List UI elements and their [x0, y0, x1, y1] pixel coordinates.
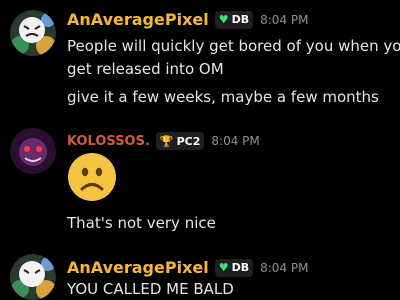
message-text: get released into OM	[67, 60, 224, 78]
message-text: give it a few weeks, maybe a few months	[67, 88, 379, 106]
user-avatar[interactable]	[10, 10, 56, 56]
message-text: People will quickly get bored of you whe…	[67, 37, 400, 55]
message-text: YOU CALLED ME BALD	[67, 280, 234, 298]
author-name[interactable]: KOLOSSOS.	[67, 134, 150, 149]
timestamp: 8:04 PM	[211, 134, 260, 148]
trophy-icon: 🏆	[159, 134, 174, 148]
timestamp: 8:04 PM	[260, 260, 309, 275]
heart-icon: ♥	[218, 261, 229, 274]
heart-icon: ♥	[218, 13, 229, 26]
role-badge[interactable]: ♥ DB	[214, 10, 254, 29]
role-badge[interactable]: ♥ DB	[214, 258, 254, 277]
message-text: That's not very nice	[67, 214, 216, 232]
user-avatar[interactable]	[10, 128, 56, 174]
timestamp: 8:04 PM	[260, 12, 309, 27]
author-name[interactable]: AnAveragePixel	[67, 258, 209, 277]
user-avatar[interactable]	[10, 254, 56, 300]
message: AnAveragePixel ♥ DB 8:04 PM People will …	[0, 0, 400, 112]
author-name[interactable]: AnAveragePixel	[67, 10, 209, 29]
frowning-face-emoji	[67, 152, 117, 202]
message: AnAveragePixel ♥ DB 8:04 PM YOU CALLED M…	[0, 250, 400, 300]
message: KOLOSSOS. 🏆 PC2 8:04 PM That's not very …	[0, 120, 400, 240]
role-badge[interactable]: 🏆 PC2	[155, 132, 205, 150]
